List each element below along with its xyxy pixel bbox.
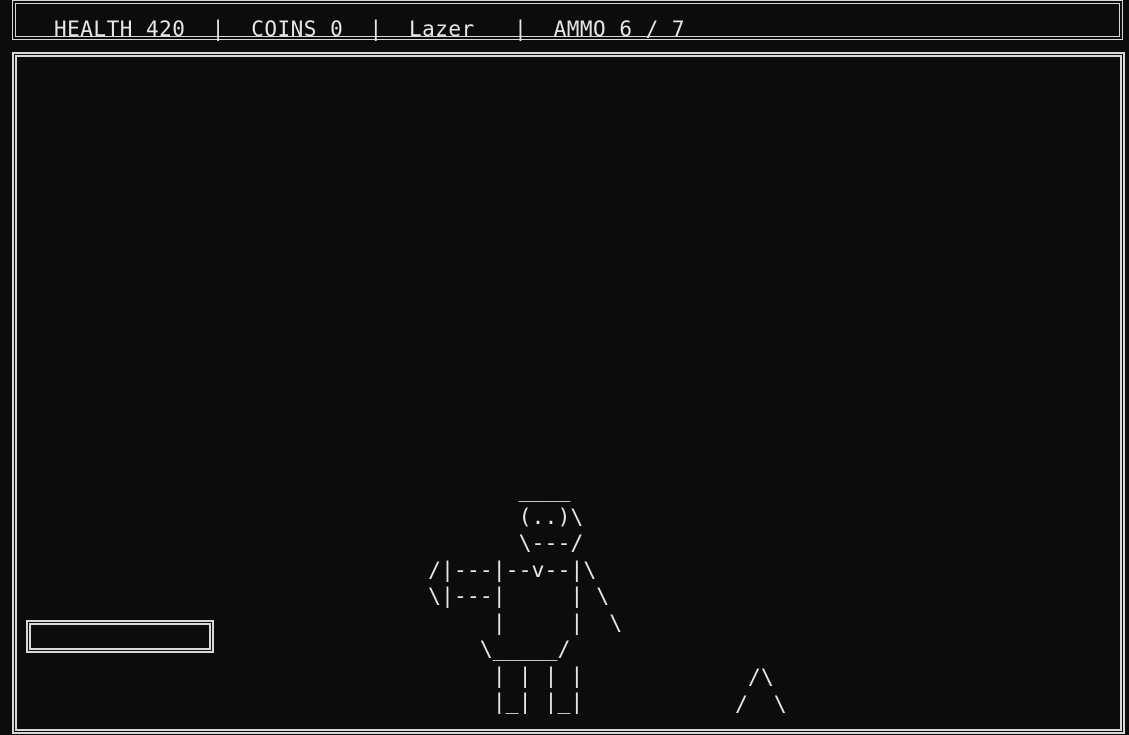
weapon-name: Lazer — [408, 17, 475, 41]
platform-block — [26, 620, 214, 653]
health-label: HEALTH — [54, 17, 133, 41]
hud-status-line: HEALTH 420 | COINS 0 | Lazer | AMMO 6 / … — [54, 17, 686, 41]
coins-value: 0 — [330, 17, 344, 41]
hud-separator: | — [369, 17, 383, 41]
hud-separator: | — [211, 17, 225, 41]
ammo-label: AMMO — [553, 17, 607, 41]
health-value: 420 — [146, 17, 186, 41]
ammo-current: 6 — [619, 17, 633, 41]
spike-hazard-sprite: /\ / \ — [734, 665, 787, 717]
hud-bar: HEALTH 420 | COINS 0 | Lazer | AMMO 6 / … — [12, 0, 1123, 41]
ammo-max: 7 — [671, 17, 686, 41]
coins-label: COINS — [251, 17, 317, 41]
player-robot-sprite: ____ (..)\ \---/ /|---|--v--|\ \|---| | … — [428, 478, 623, 715]
hud-separator: | — [514, 17, 528, 41]
